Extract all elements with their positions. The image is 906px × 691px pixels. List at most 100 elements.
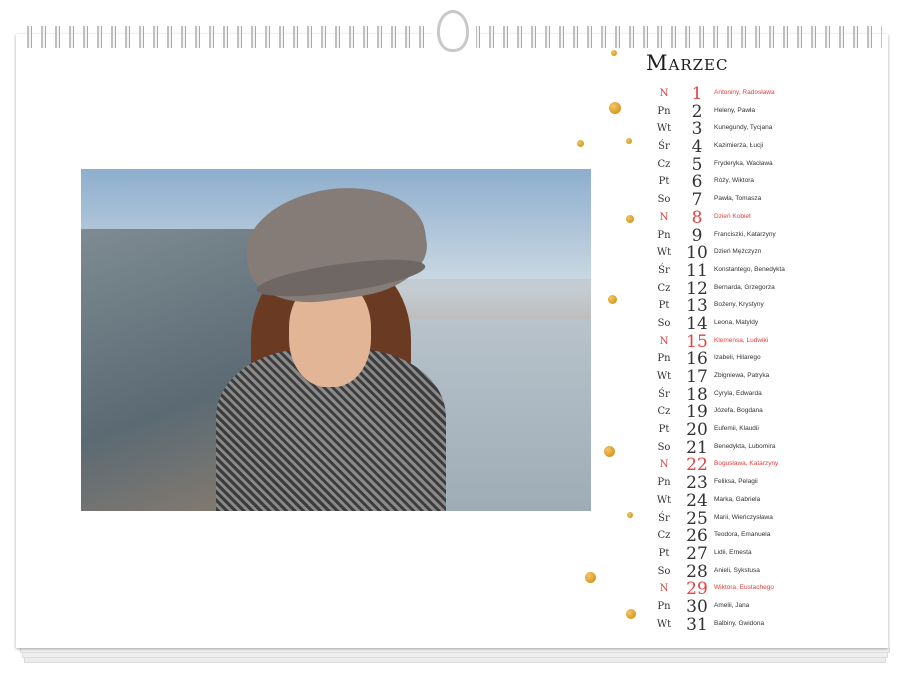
day-row: Cz 26 Teodora, Emanuela [650, 526, 820, 546]
day-of-week: Śr [658, 388, 670, 400]
gold-dot-decoration [608, 295, 617, 304]
name-day-text: Józefa, Bogdana [714, 407, 763, 415]
gold-dot-decoration [611, 50, 617, 56]
day-row: Pt 27 Lidii, Ernesta [650, 544, 820, 564]
name-day-text: Bogusława, Katarzyny [714, 460, 779, 468]
month-title: Marzec [646, 51, 729, 75]
name-day-text: Leona, Matyldy [714, 318, 759, 326]
day-row: So 21 Benedykta, Lubomira [650, 438, 820, 458]
day-row: Wt 24 Marka, Gabriela [650, 491, 820, 511]
day-row: N 22 Bogusława, Katarzyny [650, 455, 820, 475]
day-of-week: Pt [658, 547, 670, 559]
day-row: Cz 12 Bernarda, Grzegorza [650, 279, 820, 299]
day-of-week: Pn [657, 353, 671, 365]
gold-dot-decoration [577, 140, 584, 147]
day-row: N 29 Wiktora, Eustachego [650, 579, 820, 599]
day-of-week: Pn [657, 600, 671, 612]
day-row: N 8 Dzień Kobiet [650, 208, 820, 228]
calendar-page-stack [24, 658, 886, 663]
day-row: Pt 20 Eufemii, Klaudii [650, 420, 820, 440]
name-day-text: Bernarda, Grzegorza [714, 283, 775, 291]
day-of-week: Wt [656, 494, 672, 506]
name-day-text: Amelii, Jana [714, 601, 750, 609]
day-row: Wt 17 Zbigniewa, Patryka [650, 367, 820, 387]
day-of-week: So [657, 194, 671, 206]
day-row: Pn 9 Franciszki, Katarzyny [650, 226, 820, 246]
day-row: Cz 5 Fryderyka, Wacława [650, 155, 820, 175]
day-row: Pt 6 Róży, Wiktora [650, 172, 820, 192]
day-row: N 15 Klemensa, Ludwiki [650, 332, 820, 352]
name-day-text: Cyryla, Edwarda [714, 389, 762, 397]
name-day-text: Teodora, Emanuela [714, 531, 771, 539]
day-row: So 7 Pawła, Tomasza [650, 190, 820, 210]
name-day-text: Dzień Kobiet [714, 212, 751, 220]
day-of-week: N [659, 211, 669, 223]
calendar-photo [81, 169, 591, 511]
day-number: 31 [686, 614, 708, 635]
name-day-text: Anieli, Sykstusa [714, 566, 760, 574]
day-list: N 1 Antoniny, Radosława Pn 2 Heleny, Pawła Wt 3… [650, 84, 820, 635]
day-of-week: Cz [657, 282, 671, 294]
name-day-text: Konstantego, Benedykta [714, 265, 785, 273]
gold-dot-decoration [604, 446, 615, 457]
calendar-page-stack [22, 653, 888, 658]
day-of-week: Śr [658, 141, 670, 153]
name-day-text: Bożeny, Krystyny [714, 301, 764, 309]
day-row: So 14 Leona, Matyldy [650, 314, 820, 334]
name-day-text: Róży, Wiktora [714, 177, 754, 185]
name-day-text: Marka, Gabriela [714, 495, 761, 503]
day-row: N 1 Antoniny, Radosława [650, 84, 820, 104]
day-row: Pn 16 Izabeli, Hilarego [650, 349, 820, 369]
day-of-week: Pt [658, 424, 670, 436]
day-row: Pn 23 Feliksa, Pelagii [650, 473, 820, 493]
day-of-week: Cz [657, 530, 671, 542]
gold-dot-decoration [609, 102, 621, 114]
gold-dot-decoration [626, 138, 632, 144]
name-day-text: Klemensa, Ludwiki [714, 336, 769, 344]
name-day-text: Franciszki, Katarzyny [714, 230, 776, 238]
day-of-week: Pt [658, 300, 670, 312]
name-day-text: Fryderyka, Wacława [714, 159, 773, 167]
day-of-week: Wt [656, 247, 672, 259]
day-of-week: Cz [657, 158, 671, 170]
name-day-text: Wiktora, Eustachego [714, 584, 774, 592]
day-of-week: Pn [657, 105, 671, 117]
day-of-week: Pt [658, 176, 670, 188]
name-day-text: Feliksa, Pelagii [714, 478, 758, 486]
day-of-week: Cz [657, 406, 671, 418]
day-of-week: N [659, 335, 669, 347]
name-day-text: Eufemii, Klaudii [714, 425, 759, 433]
day-of-week: So [657, 441, 671, 453]
day-row: Pn 30 Amelii, Jana [650, 597, 820, 617]
day-row: Śr 18 Cyryla, Edwarda [650, 385, 820, 405]
day-row: Pn 2 Heleny, Pawła [650, 102, 820, 122]
day-of-week: Wt [656, 371, 672, 382]
gold-dot-decoration [627, 512, 633, 518]
day-row: Pt 13 Bożeny, Krystyny [650, 296, 820, 316]
day-of-week: Pn [657, 477, 671, 489]
name-day-text: Kunegundy, Tycjana [714, 124, 773, 132]
day-of-week: Śr [658, 512, 670, 524]
name-day-text: Heleny, Pawła [714, 106, 756, 114]
hanger-hook [437, 10, 469, 52]
name-day-text: Marii, Wieńczysława [714, 513, 773, 521]
day-row: Śr 4 Kazimierza, Łucji [650, 137, 820, 157]
name-day-text: Balbiny, Gwidona [714, 619, 765, 627]
day-of-week: Wt [656, 618, 672, 630]
day-row: Śr 25 Marii, Wieńczysława [650, 509, 820, 529]
day-of-week: N [659, 583, 669, 595]
name-day-text: Kazimierza, Łucji [714, 142, 764, 150]
day-of-week: So [657, 317, 671, 329]
day-row: Cz 19 Józefa, Bogdana [650, 402, 820, 422]
day-of-week: N [659, 88, 669, 99]
name-day-text: Antoniny, Radosława [714, 89, 775, 96]
name-day-text: Lidii, Ernesta [714, 548, 752, 556]
day-row: Śr 11 Konstantego, Benedykta [650, 261, 820, 281]
name-day-text: Izabeli, Hilarego [714, 354, 761, 362]
day-of-week: Śr [658, 264, 670, 276]
day-row: So 28 Anieli, Sykstusa [650, 562, 820, 582]
day-row: Wt 10 Dzień Mężczyzn [650, 243, 820, 263]
day-of-week: Wt [656, 123, 672, 135]
day-row: Wt 3 Kunegundy, Tycjana [650, 119, 820, 139]
gold-dot-decoration [626, 215, 634, 223]
